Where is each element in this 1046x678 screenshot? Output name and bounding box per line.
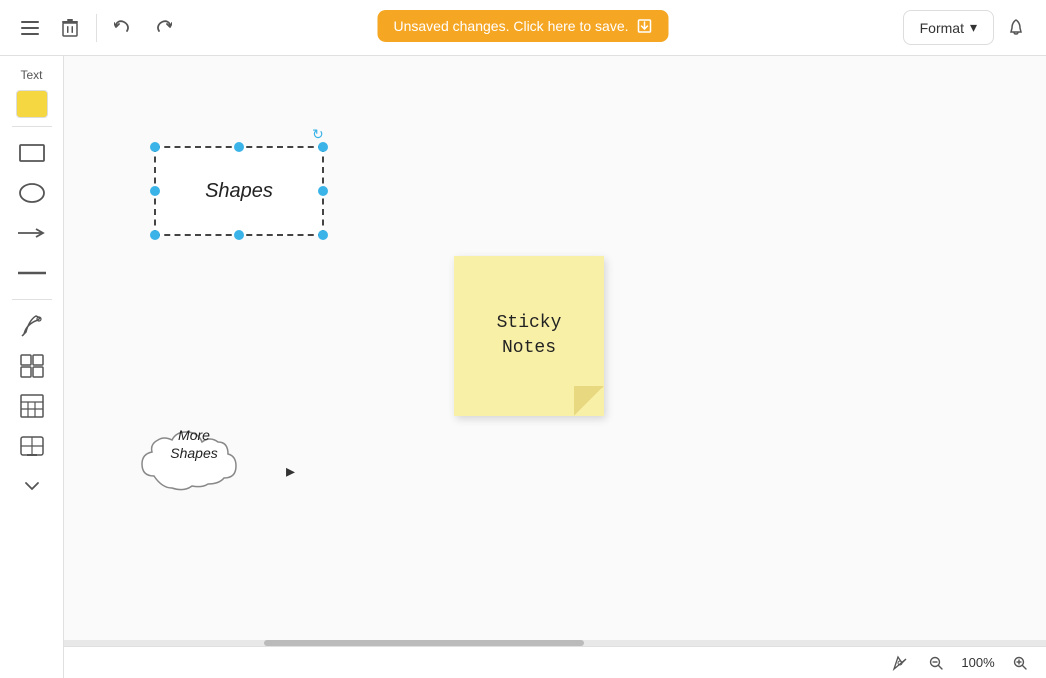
redo-button[interactable]	[145, 10, 181, 46]
format-label: Format	[920, 20, 964, 36]
ellipse-icon	[18, 182, 46, 204]
embed-tool[interactable]	[10, 428, 54, 464]
line-tool[interactable]	[10, 255, 54, 291]
sticky-note-label: Sticky Notes	[466, 311, 592, 361]
toolbar-divider	[96, 14, 97, 42]
zoom-in-icon	[1013, 656, 1027, 670]
rotate-handle[interactable]: ↻	[312, 126, 326, 140]
delete-button[interactable]	[52, 10, 88, 46]
rectangle-icon	[18, 143, 46, 163]
cloud-svg	[134, 416, 254, 496]
arrow-tool[interactable]	[10, 215, 54, 251]
line-icon	[16, 268, 48, 278]
notification-button[interactable]	[998, 10, 1034, 46]
zoom-level: 100%	[958, 655, 998, 670]
handle-tl[interactable]	[150, 142, 160, 152]
pen-icon	[18, 312, 46, 340]
handle-tc[interactable]	[234, 142, 244, 152]
ellipse-tool[interactable]	[10, 175, 54, 211]
rectangle-tool[interactable]	[10, 135, 54, 171]
table-tool[interactable]	[10, 388, 54, 424]
bell-icon	[1007, 19, 1025, 37]
more-tools-button[interactable]	[10, 468, 54, 504]
shapes-box-label: Shapes	[205, 180, 273, 203]
unsaved-text: Unsaved changes. Click here to save.	[393, 18, 628, 34]
handle-bl[interactable]	[150, 230, 160, 240]
format-button[interactable]: Format ▾	[903, 10, 994, 45]
arrow-icon	[16, 227, 48, 239]
unsaved-banner[interactable]: Unsaved changes. Click here to save.	[377, 10, 668, 42]
save-icon	[637, 18, 653, 34]
cloud-shape[interactable]	[134, 416, 254, 496]
handle-bc[interactable]	[234, 230, 244, 240]
pen-tool[interactable]	[10, 308, 54, 344]
undo-button[interactable]	[105, 10, 141, 46]
shapes-box[interactable]: ↻ Shapes	[154, 146, 324, 236]
zoom-out-icon	[929, 656, 943, 670]
sidebar-divider-1	[12, 126, 52, 127]
table-icon	[19, 393, 45, 419]
handle-ml[interactable]	[150, 186, 160, 196]
zoom-in-button[interactable]	[1006, 649, 1034, 677]
sidebar: Text	[0, 56, 64, 678]
color-swatch[interactable]	[16, 90, 48, 118]
mouse-cursor: ▸	[286, 461, 295, 482]
menu-button[interactable]	[12, 10, 48, 46]
bottombar: 100%	[64, 646, 1046, 678]
text-tool-label: Text	[20, 68, 42, 82]
map-icon	[892, 655, 908, 671]
zoom-out-button[interactable]	[922, 649, 950, 677]
sidebar-divider-2	[12, 299, 52, 300]
chevron-down-icon	[24, 481, 40, 491]
handle-tr[interactable]	[318, 142, 328, 152]
handle-mr[interactable]	[318, 186, 328, 196]
embed-icon	[19, 433, 45, 459]
map-view-button[interactable]	[886, 649, 914, 677]
shape-library-tool[interactable]	[10, 348, 54, 384]
handle-br[interactable]	[318, 230, 328, 240]
chevron-down-icon: ▾	[970, 19, 977, 36]
sticky-note[interactable]: Sticky Notes	[454, 256, 604, 416]
canvas[interactable]: ↻ Shapes Sticky Notes MoreShapes ▸	[64, 56, 1046, 646]
shapes-grid-icon	[19, 353, 45, 379]
